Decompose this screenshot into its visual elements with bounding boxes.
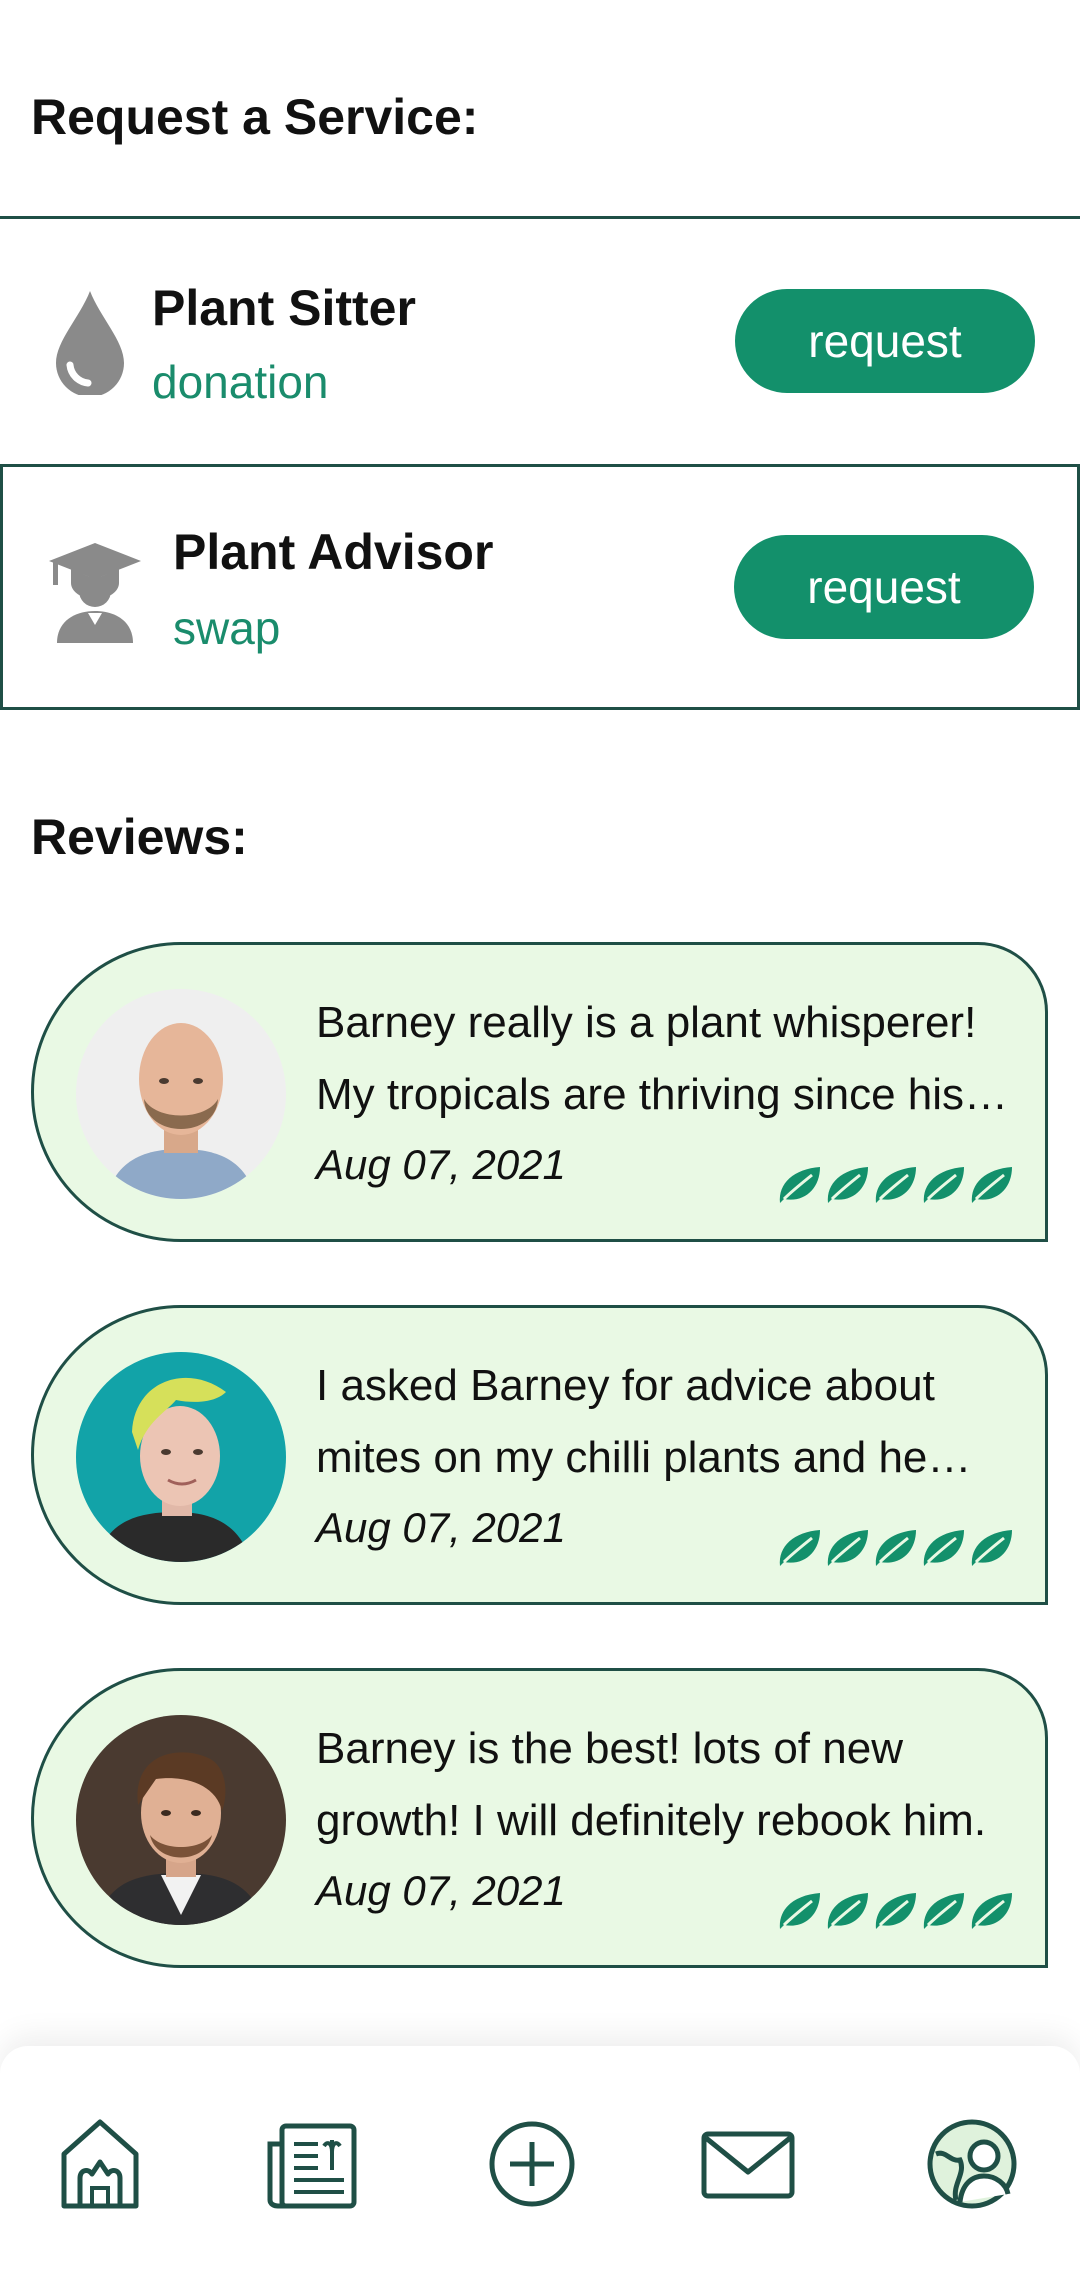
reviews-section-title: Reviews:: [31, 809, 248, 865]
services-section-title: Request a Service:: [31, 89, 479, 145]
leaf-icon: [971, 1167, 1012, 1203]
home-icon[interactable]: [50, 2114, 150, 2214]
mail-icon[interactable]: [698, 2114, 798, 2214]
review-date: Aug 07, 2021: [316, 1141, 566, 1188]
rating-leaves: [776, 1526, 1014, 1568]
leaf-icon: [827, 1893, 868, 1929]
request-button-plant-advisor[interactable]: request: [734, 535, 1034, 639]
service-type: donation: [152, 356, 329, 408]
review-card[interactable]: Barney is the best! lots of new growth! …: [31, 1668, 1048, 1968]
avatar: [76, 1715, 286, 1925]
graduate-icon: [49, 543, 141, 643]
review-card[interactable]: Barney really is a plant whisperer! My t…: [31, 942, 1048, 1242]
avatar: [76, 1352, 286, 1562]
leaf-icon: [875, 1893, 916, 1929]
newspaper-icon[interactable]: [262, 2114, 362, 2214]
leaf-icon: [827, 1530, 868, 1566]
leaf-icon: [779, 1167, 820, 1203]
service-row-plant-sitter: Plant Sitter donation request: [0, 216, 1080, 462]
leaf-icon: [875, 1167, 916, 1203]
request-button-plant-sitter[interactable]: request: [735, 289, 1035, 393]
leaf-icon: [923, 1893, 964, 1929]
rating-leaves: [776, 1163, 1014, 1205]
leaf-icon: [779, 1530, 820, 1566]
leaf-icon: [827, 1167, 868, 1203]
service-name: Plant Sitter: [152, 280, 416, 336]
leaf-icon: [971, 1893, 1012, 1929]
leaf-icon: [971, 1530, 1012, 1566]
leaf-icon: [923, 1530, 964, 1566]
review-text: I asked Barney for advice about mites on…: [316, 1361, 935, 1482]
review-date: Aug 07, 2021: [316, 1504, 566, 1551]
service-row-plant-advisor: Plant Advisor swap request: [0, 464, 1080, 710]
leaf-icon: [923, 1167, 964, 1203]
review-date: Aug 07, 2021: [316, 1867, 566, 1914]
profile-globe-icon[interactable]: [922, 2114, 1022, 2214]
review-card[interactable]: I asked Barney for advice about mites on…: [31, 1305, 1048, 1605]
avatar: [76, 989, 286, 1199]
service-type: swap: [173, 602, 281, 654]
service-name: Plant Advisor: [173, 524, 494, 580]
review-text: Barney really is a plant whisperer! My t…: [316, 998, 977, 1119]
add-circle-icon[interactable]: [482, 2114, 582, 2214]
bottom-nav: [0, 2046, 1080, 2271]
leaf-icon: [875, 1530, 916, 1566]
review-text: Barney is the best! lots of new growth! …: [316, 1724, 987, 1845]
water-drop-icon: [56, 291, 124, 395]
leaf-icon: [779, 1893, 820, 1929]
rating-leaves: [776, 1889, 1014, 1931]
